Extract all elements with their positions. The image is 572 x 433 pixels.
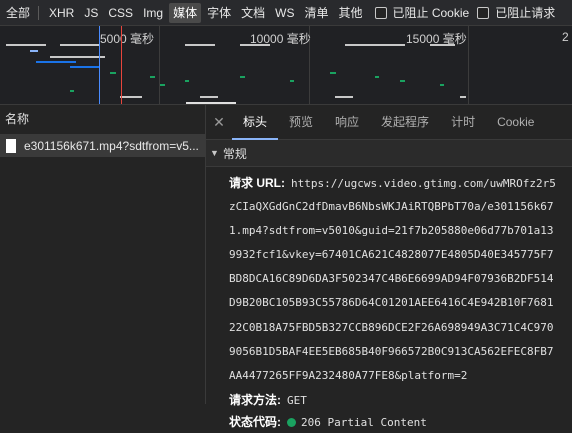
- request-url-value: 9932fcf1&vkey=67401CA621C4828077E4805D40…: [229, 248, 554, 261]
- waterfall-bar: [430, 44, 455, 46]
- filter-tab-font[interactable]: 字体: [203, 3, 235, 23]
- waterfall-bar: [6, 44, 46, 46]
- waterfall-bar: [200, 96, 218, 98]
- tab-preview[interactable]: 预览: [278, 105, 324, 140]
- triangle-down-icon: ▼: [210, 148, 219, 158]
- timeline-gridline: [468, 26, 469, 104]
- load-event-marker: [121, 26, 122, 104]
- waterfall-bar: [36, 61, 76, 63]
- request-row[interactable]: e301156k671.mp4?sdtfrom=v5...: [0, 135, 205, 157]
- waterfall-bar: [150, 76, 155, 78]
- checkbox-box: [374, 6, 387, 19]
- request-url-value: AA4477265FF9A232480A77FE8&platform=2: [229, 369, 468, 383]
- waterfall-bar: [110, 72, 116, 74]
- waterfall-bar: [240, 76, 245, 78]
- filter-tab-other[interactable]: 其他: [334, 3, 366, 23]
- waterfall-bar: [460, 96, 466, 98]
- blocked-requests-label: 已阻止请求: [495, 6, 556, 20]
- waterfall-bar: [330, 72, 336, 74]
- request-list-panel: 名称 e301156k671.mp4?sdtfrom=v5...: [0, 105, 206, 404]
- request-url-value: https://ugcws.video.gtimg.com/uwMROfz2r5: [291, 177, 556, 190]
- blocked-requests-checkbox[interactable]: 已阻止请求: [477, 4, 555, 21]
- request-method-value: GET: [287, 394, 307, 408]
- request-url-value: BD8DCA16C89D6DA3F502347C4B6E6699AD94F079…: [229, 272, 554, 286]
- status-code-label: 状态代码:: [229, 414, 281, 429]
- waterfall-bar: [30, 50, 38, 52]
- request-url-value: zCIaQXGdGnC2dfDmavB6NbsWKJAiRTQBPbT70a/e…: [229, 199, 554, 213]
- general-section-header[interactable]: ▼ 常规: [206, 140, 572, 167]
- waterfall-bar: [186, 102, 236, 104]
- close-icon[interactable]: ✕: [206, 114, 232, 131]
- request-url-value: D9B20BC105B93C55786D64C01201AEE6416C4E94…: [229, 296, 554, 310]
- general-section-body: 请求 URL: https://ugcws.video.gtimg.com/uwM…: [206, 167, 572, 433]
- tab-initiator[interactable]: 发起程序: [370, 105, 440, 140]
- filter-tab-xhr[interactable]: XHR: [45, 3, 78, 23]
- request-url-value: 22C0B18A75FBD5B327CCB896DCE2F26A698949A3…: [229, 320, 554, 334]
- filter-tab-js[interactable]: JS: [80, 3, 102, 23]
- filter-tab-doc[interactable]: 文档: [237, 3, 269, 23]
- filter-tab-img[interactable]: Img: [139, 3, 167, 23]
- request-url-value: 1.mp4?sdtfrom=v5010&guid=21f7b205880e06d…: [229, 223, 554, 237]
- waterfall-bar: [185, 80, 189, 82]
- filter-tab-css[interactable]: CSS: [104, 3, 137, 23]
- waterfall-bar: [160, 84, 165, 86]
- blocked-cookies-checkbox[interactable]: 已阻止 Cookie: [374, 4, 470, 21]
- waterfall-bar: [120, 96, 142, 98]
- status-dot-icon: [287, 417, 296, 427]
- timeline-gridline: [159, 26, 160, 104]
- request-details-panel: ✕ 标头 预览 响应 发起程序 计时 Cookie ▼ 常规 请求 URL: ht…: [206, 105, 572, 429]
- tab-headers[interactable]: 标头: [232, 105, 279, 140]
- blocked-cookies-label: 已阻止 Cookie: [392, 6, 470, 20]
- filter-tab-media[interactable]: 媒体: [169, 2, 202, 23]
- timeline-tick-label: 2: [562, 30, 569, 44]
- waterfall-bar: [345, 44, 405, 46]
- request-method-label: 请求方法:: [229, 393, 281, 408]
- request-url-row: 请求 URL: https://ugcws.video.gtimg.com/uwM…: [229, 173, 572, 195]
- waterfall-bar: [60, 44, 100, 46]
- request-method-row: 请求方法: GET: [229, 390, 572, 412]
- waterfall-bar: [440, 84, 444, 86]
- filter-tab-all[interactable]: 全部: [2, 3, 34, 23]
- tab-response[interactable]: 响应: [324, 105, 370, 140]
- status-code-value: 206 Partial Content: [301, 415, 427, 429]
- timeline-overview[interactable]: 5000 毫秒 10000 毫秒 15000 毫秒 2: [0, 26, 572, 105]
- timeline-tick-label: 5000 毫秒: [100, 32, 155, 46]
- waterfall-bar: [335, 96, 353, 98]
- waterfall-bar: [185, 44, 215, 46]
- tab-cookies[interactable]: Cookie: [486, 105, 545, 140]
- waterfall-bar: [70, 90, 74, 92]
- waterfall-bar: [290, 80, 294, 82]
- file-icon: [6, 139, 16, 153]
- waterfall-bar: [50, 56, 105, 58]
- request-url-label: 请求 URL:: [229, 176, 285, 190]
- status-code-row: 状态代码: 206 Partial Content: [229, 412, 572, 433]
- details-tab-bar: ✕ 标头 预览 响应 发起程序 计时 Cookie: [206, 105, 572, 140]
- section-title: 常规: [222, 146, 247, 161]
- filter-tab-manifest[interactable]: 清单: [300, 3, 332, 23]
- tab-timing[interactable]: 计时: [440, 105, 486, 140]
- request-name: e301156k671.mp4?sdtfrom=v5...: [24, 139, 199, 153]
- filter-tab-ws[interactable]: WS: [271, 3, 298, 23]
- waterfall-bar: [70, 66, 100, 68]
- filter-divider: [38, 5, 40, 20]
- waterfall-bar: [375, 76, 379, 78]
- checkbox-box: [477, 6, 490, 19]
- waterfall-bar: [400, 80, 405, 82]
- waterfall-bar: [240, 44, 270, 46]
- name-column-header[interactable]: 名称: [0, 105, 205, 135]
- filter-bar: 全部 XHR JS CSS Img 媒体 字体 文档 WS 清单 其他 已阻止 …: [0, 0, 572, 26]
- request-url-value: 9056B1D5BAF4EE5EB685B40F966572B0C913CA56…: [229, 344, 554, 358]
- dom-content-loaded-marker: [99, 26, 100, 104]
